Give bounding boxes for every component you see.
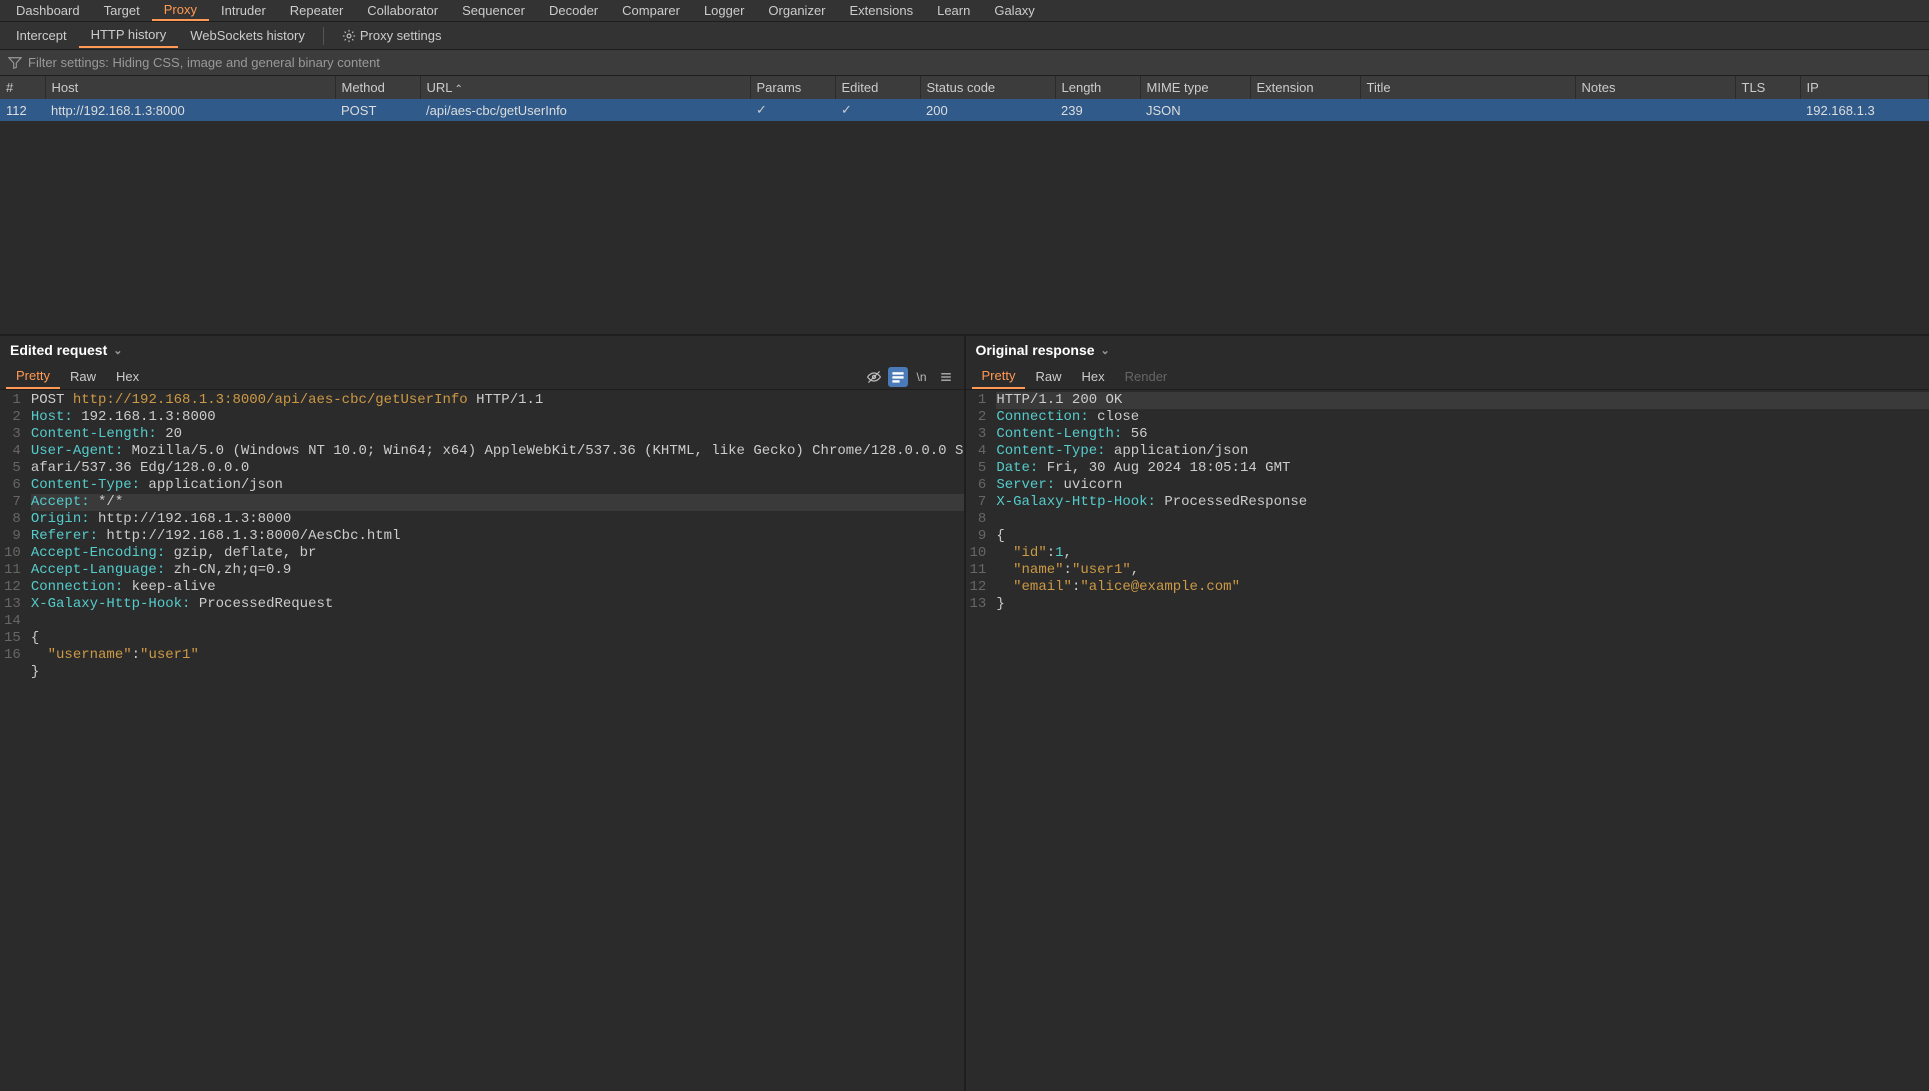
response-view-tab-pretty[interactable]: Pretty — [972, 364, 1026, 389]
cell-ip: 192.168.1.3 — [1800, 99, 1929, 121]
main-tab-proxy[interactable]: Proxy — [152, 0, 209, 21]
request-view-tabs: PrettyRawHex \n — [0, 364, 964, 390]
response-view-tab-render: Render — [1115, 365, 1178, 388]
history-table: #HostMethodURL⌃ParamsEditedStatus codeLe… — [0, 76, 1929, 121]
main-tab-bar: DashboardTargetProxyIntruderRepeaterColl… — [0, 0, 1929, 22]
response-view-tab-hex[interactable]: Hex — [1071, 365, 1114, 388]
hide-icon[interactable] — [864, 367, 884, 387]
cell-mime: JSON — [1140, 99, 1250, 121]
cell-title — [1360, 99, 1575, 121]
sort-caret-icon: ⌃ — [455, 84, 463, 95]
main-tab-decoder[interactable]: Decoder — [537, 1, 610, 20]
cell-method: POST — [335, 99, 420, 121]
sub-tab-intercept[interactable]: Intercept — [4, 24, 79, 47]
response-view-tab-raw[interactable]: Raw — [1025, 365, 1071, 388]
cell-ext — [1250, 99, 1360, 121]
sub-tab-websockets-history[interactable]: WebSockets history — [178, 24, 317, 47]
request-editor[interactable]: 12345678910111213141516POST http://192.1… — [0, 390, 964, 1091]
col-ext[interactable]: Extension — [1250, 76, 1360, 99]
table-row[interactable]: 112http://192.168.1.3:8000POST/api/aes-c… — [0, 99, 1929, 121]
col-edited[interactable]: Edited — [835, 76, 920, 99]
col-status[interactable]: Status code — [920, 76, 1055, 99]
filter-icon — [8, 56, 22, 70]
main-tab-learn[interactable]: Learn — [925, 1, 982, 20]
cell-length: 239 — [1055, 99, 1140, 121]
main-tab-repeater[interactable]: Repeater — [278, 1, 355, 20]
gear-icon — [342, 29, 356, 43]
main-tab-dashboard[interactable]: Dashboard — [4, 1, 92, 20]
filter-bar[interactable]: Filter settings: Hiding CSS, image and g… — [0, 50, 1929, 76]
col-method[interactable]: Method — [335, 76, 420, 99]
col-mime[interactable]: MIME type — [1140, 76, 1250, 99]
request-panel: Edited request⌄PrettyRawHex \n 12345678910… — [0, 336, 966, 1091]
col-notes[interactable]: Notes — [1575, 76, 1735, 99]
request-panel-header[interactable]: Edited request⌄ — [0, 336, 964, 364]
newline-icon[interactable]: \n — [912, 367, 932, 387]
response-view-tabs: PrettyRawHexRender — [966, 364, 1929, 390]
sub-tab-bar: InterceptHTTP historyWebSockets history P… — [0, 22, 1929, 50]
main-tab-collaborator[interactable]: Collaborator — [355, 1, 450, 20]
col-title[interactable]: Title — [1360, 76, 1575, 99]
wrap-icon[interactable] — [888, 367, 908, 387]
response-panel: Original response⌄PrettyRawHexRender1234… — [966, 336, 1929, 1091]
main-tab-target[interactable]: Target — [92, 1, 152, 20]
col-params[interactable]: Params — [750, 76, 835, 99]
sub-tab-http-history[interactable]: HTTP history — [79, 23, 179, 48]
response-panel-header[interactable]: Original response⌄ — [966, 336, 1929, 364]
cell-tls — [1735, 99, 1800, 121]
history-table-container: #HostMethodURL⌃ParamsEditedStatus codeLe… — [0, 76, 1929, 334]
request-view-tab-pretty[interactable]: Pretty — [6, 364, 60, 389]
cell-notes — [1575, 99, 1735, 121]
chevron-down-icon: ⌄ — [113, 344, 122, 357]
request-view-tab-hex[interactable]: Hex — [106, 365, 149, 388]
proxy-settings-button[interactable]: Proxy settings — [330, 24, 454, 48]
response-editor[interactable]: 12345678910111213HTTP/1.1 200 OKConnecti… — [966, 390, 1929, 1091]
cell-status: 200 — [920, 99, 1055, 121]
hamburger-icon[interactable] — [936, 367, 956, 387]
cell-host: http://192.168.1.3:8000 — [45, 99, 335, 121]
main-tab-extensions[interactable]: Extensions — [838, 1, 926, 20]
main-tab-organizer[interactable]: Organizer — [756, 1, 837, 20]
col-ip[interactable]: IP — [1800, 76, 1929, 99]
cell-edited: ✓ — [835, 99, 920, 121]
col-host[interactable]: Host — [45, 76, 335, 99]
cell-num: 112 — [0, 99, 45, 121]
cell-params: ✓ — [750, 99, 835, 121]
main-tab-sequencer[interactable]: Sequencer — [450, 1, 537, 20]
col-length[interactable]: Length — [1055, 76, 1140, 99]
chevron-down-icon: ⌄ — [1101, 344, 1110, 357]
col-num[interactable]: # — [0, 76, 45, 99]
editor-panels: Edited request⌄PrettyRawHex\n12345678910… — [0, 334, 1929, 1091]
col-url[interactable]: URL⌃ — [420, 76, 750, 99]
main-tab-logger[interactable]: Logger — [692, 1, 756, 20]
filter-label: Filter settings: Hiding CSS, image and g… — [28, 55, 380, 70]
request-view-tab-raw[interactable]: Raw — [60, 365, 106, 388]
col-tls[interactable]: TLS — [1735, 76, 1800, 99]
cell-url: /api/aes-cbc/getUserInfo — [420, 99, 750, 121]
main-tab-galaxy[interactable]: Galaxy — [982, 1, 1046, 20]
main-tab-comparer[interactable]: Comparer — [610, 1, 692, 20]
main-tab-intruder[interactable]: Intruder — [209, 1, 278, 20]
